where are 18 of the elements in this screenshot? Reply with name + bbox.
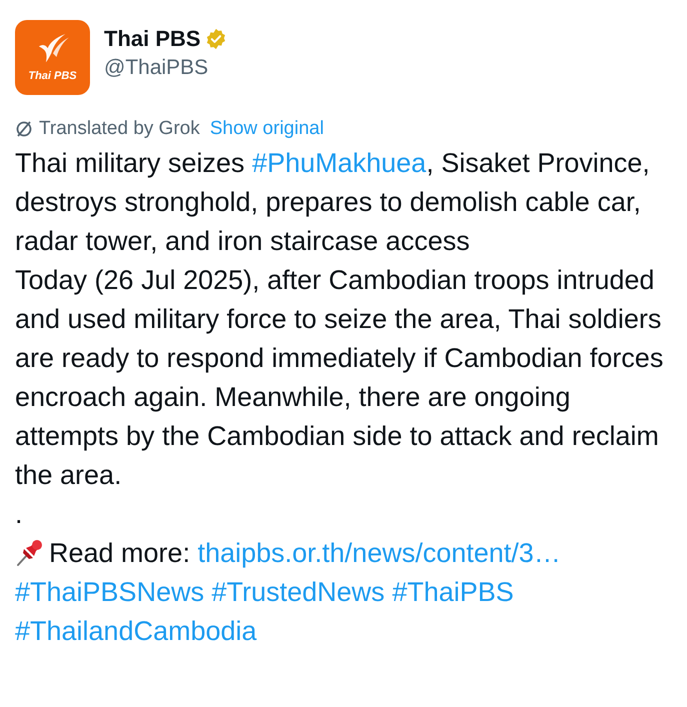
hashtag-link[interactable]: #ThaiPBS [392, 577, 514, 607]
account-handle[interactable]: @ThaiPBS [104, 56, 227, 80]
translate-icon [15, 120, 33, 138]
post-text: Read more: thaipbs.or.th/news/content/3… [15, 534, 673, 573]
post-link[interactable]: #PhuMakhuea [252, 148, 426, 178]
hashtag-link[interactable]: #ThailandCambodia [15, 616, 257, 646]
account-name[interactable]: Thai PBS [104, 26, 201, 52]
post-text: Thai military seizes #PhuMakhuea, Sisaket Province, destroys stronghold, prepares to demolish cable car, radar tower, and iron staircase access [15, 147, 651, 258]
logo-text: Thai PBS [28, 70, 77, 82]
show-original-link[interactable]: Show original [210, 118, 324, 140]
pushpin-icon [15, 537, 45, 567]
post-text: Today (26 Jul 2025), after Cambodian troops intruded and used military force to seize the area, Thai soldiers are ready to respond immediately if Cambodian forces encroach again. Meanwhile, there are ongoing attempts by the Cambodian side to attack and reclaim the area. [15, 264, 664, 492]
post-text: . [15, 498, 24, 531]
post-link[interactable]: thaipbs.or.th/news/content/3… [198, 538, 561, 568]
hashtag-link[interactable]: #TrustedNews [212, 577, 385, 607]
translation-note: Translated by Grok [39, 118, 200, 140]
logo[interactable]: Thai PBS [15, 20, 90, 95]
hashtag-link[interactable]: #ThaiPBSNews [15, 577, 204, 607]
